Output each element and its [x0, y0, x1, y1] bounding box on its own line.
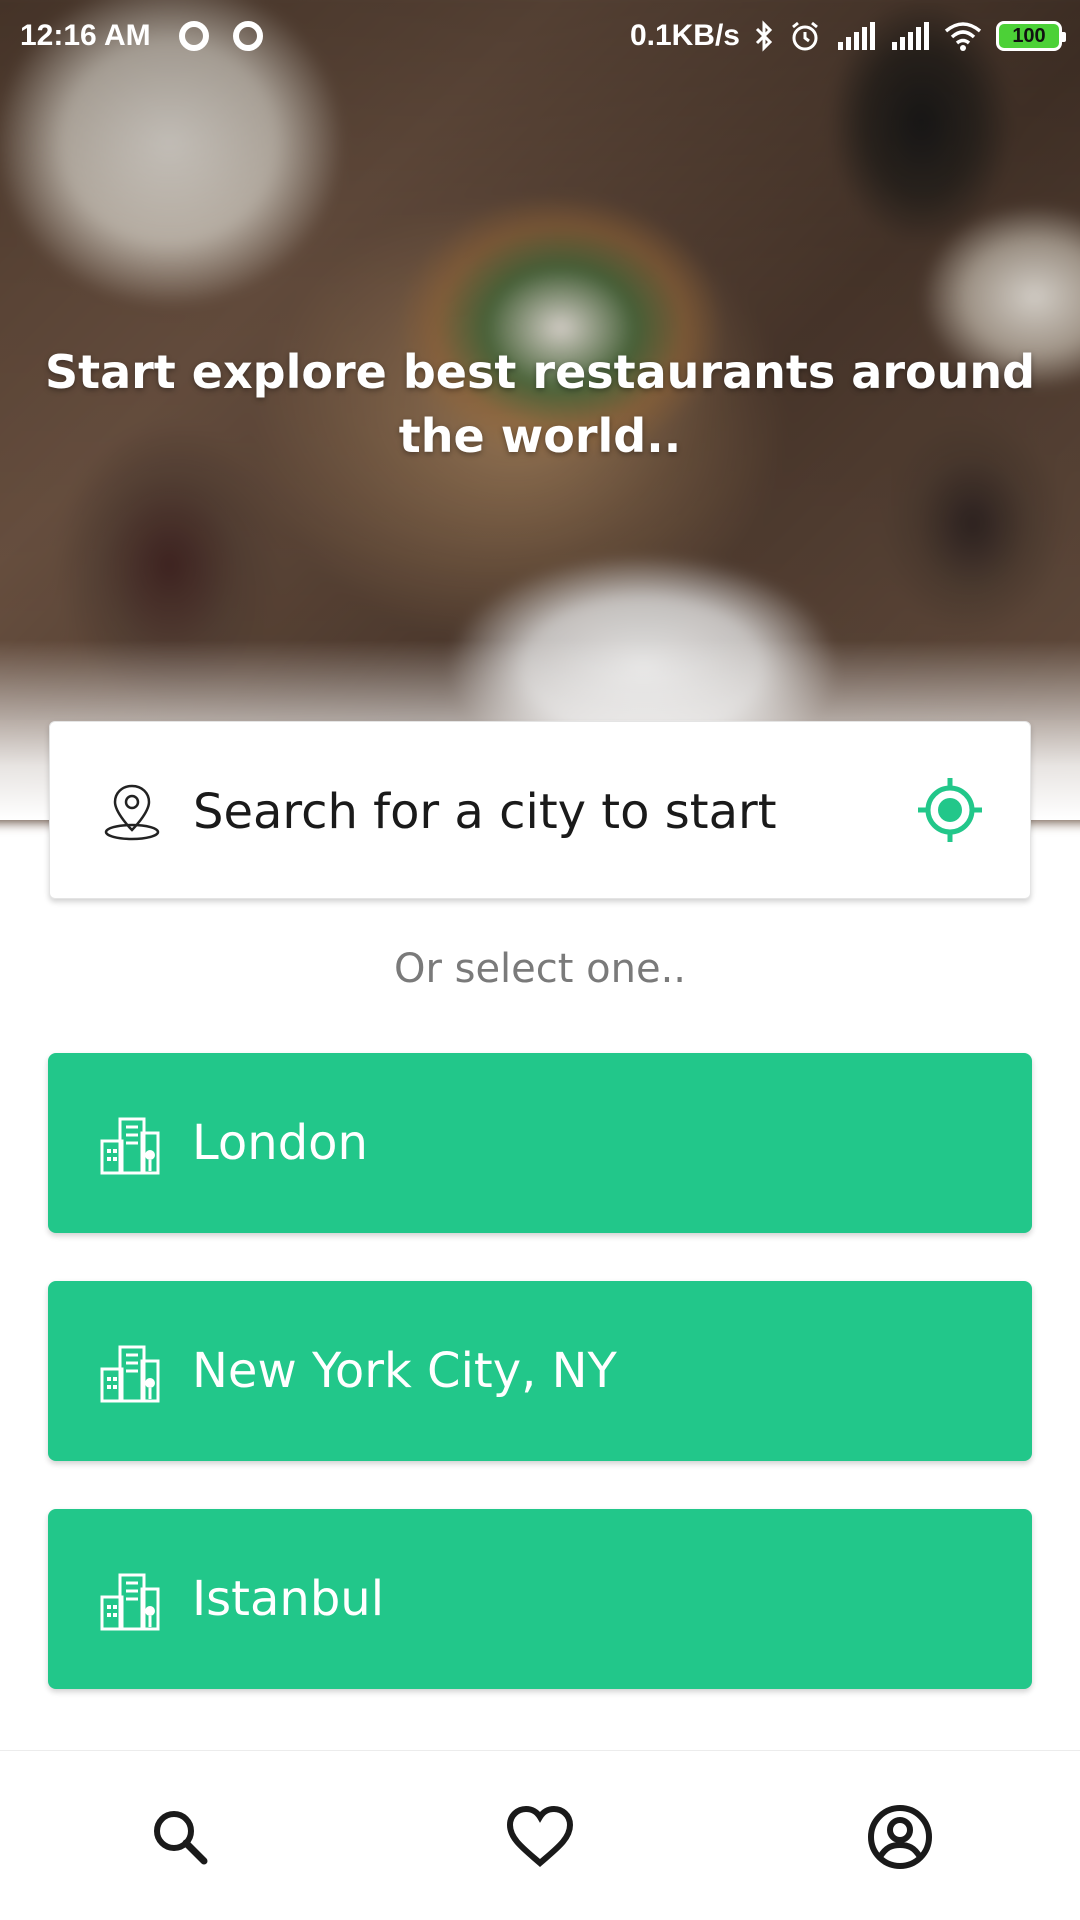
city-label: Istanbul: [192, 1571, 385, 1627]
ring-icon: [232, 21, 263, 51]
gps-locate-icon[interactable]: [914, 774, 986, 846]
ring-icon: [178, 21, 209, 51]
or-select-label: Or select one..: [393, 946, 687, 992]
wifi-icon: [944, 21, 982, 51]
location-pin-icon: [100, 780, 164, 844]
city-buildings-icon: [98, 1111, 162, 1175]
city-buildings-icon: [98, 1567, 162, 1631]
hero-headline: Start explore best restaurants around th…: [44, 345, 1036, 463]
bottom-navigation: [0, 1750, 1080, 1920]
signal-icon: [890, 22, 930, 50]
city-buildings-icon: [98, 1339, 162, 1403]
heart-icon[interactable]: [504, 1801, 576, 1873]
city-label: London: [192, 1115, 368, 1171]
alarm-icon: [788, 19, 822, 53]
status-bar: 12:16 AM 0.1KB/s 100: [0, 0, 1080, 72]
account-icon[interactable]: [864, 1801, 936, 1873]
signal-icon: [836, 22, 876, 50]
battery-icon: 100: [996, 21, 1066, 51]
city-label: New York City, NY: [192, 1343, 617, 1399]
city-button-new-york[interactable]: New York City, NY: [48, 1281, 1032, 1461]
city-search-box[interactable]: Search for a city to start: [49, 721, 1031, 899]
city-button-london[interactable]: London: [48, 1053, 1032, 1233]
city-button-istanbul[interactable]: Istanbul: [48, 1509, 1032, 1689]
status-time: 12:16 AM: [20, 19, 151, 52]
search-icon[interactable]: [144, 1801, 216, 1873]
net-speed: 0.1KB/s: [629, 19, 740, 52]
search-input[interactable]: Search for a city to start: [193, 780, 777, 844]
bluetooth-icon: [754, 20, 774, 52]
